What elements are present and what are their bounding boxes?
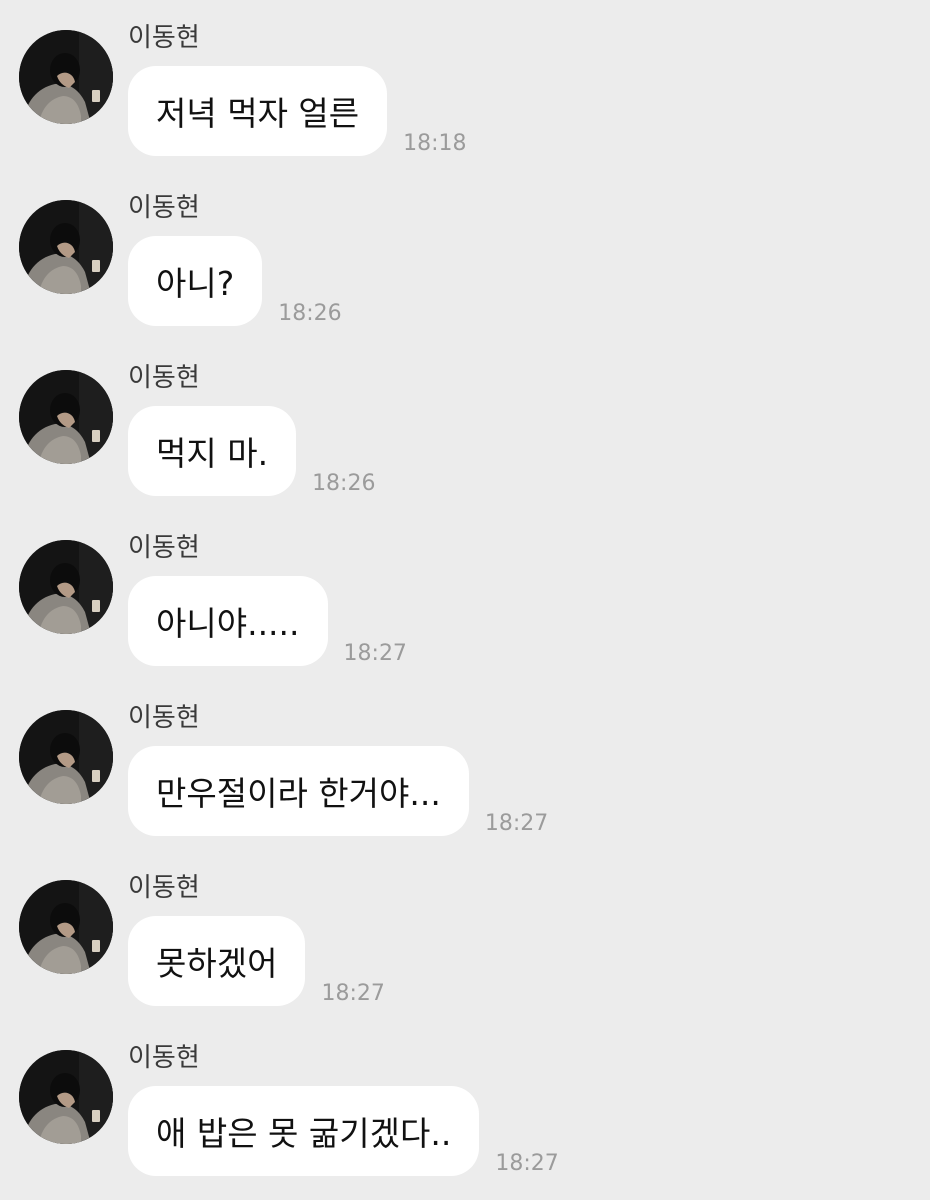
profile-photo-icon xyxy=(19,1050,113,1144)
message-time: 18:27 xyxy=(343,641,407,666)
message-item: 이동현 애 밥은 못 굶기겠다.. 18:27 xyxy=(0,1020,930,1190)
avatar[interactable] xyxy=(19,540,113,634)
message-bubble[interactable]: 아니야..... xyxy=(128,576,328,666)
avatar[interactable] xyxy=(19,710,113,804)
profile-photo-icon xyxy=(19,710,113,804)
profile-photo-icon xyxy=(19,200,113,294)
avatar[interactable] xyxy=(19,200,113,294)
message-item: 이동현 못하겠어 18:27 xyxy=(0,850,930,1020)
message-time: 18:26 xyxy=(312,471,376,496)
message-bubble[interactable]: 애 밥은 못 굶기겠다.. xyxy=(128,1086,480,1176)
profile-photo-icon xyxy=(19,880,113,974)
message-row: 먹지 마. 18:26 xyxy=(128,406,375,496)
avatar[interactable] xyxy=(19,370,113,464)
message-row: 아니야..... 18:27 xyxy=(128,576,407,666)
message-row: 만우절이라 한거야... 18:27 xyxy=(128,746,548,836)
message-time: 18:18 xyxy=(403,131,467,156)
message-bubble[interactable]: 못하겠어 xyxy=(128,916,306,1006)
sender-name: 이동현 xyxy=(128,703,200,733)
message-bubble[interactable]: 만우절이라 한거야... xyxy=(128,746,469,836)
message-row: 못하겠어 18:27 xyxy=(128,916,385,1006)
message-item: 이동현 만우절이라 한거야... 18:27 xyxy=(0,680,930,850)
sender-name: 이동현 xyxy=(128,363,200,393)
sender-name: 이동현 xyxy=(128,873,200,903)
message-time: 18:27 xyxy=(484,811,549,836)
profile-photo-icon xyxy=(19,370,113,464)
message-item: 이동현 아니? 18:26 xyxy=(0,170,930,340)
message-time: 18:27 xyxy=(495,1151,559,1176)
sender-name: 이동현 xyxy=(128,23,200,53)
avatar[interactable] xyxy=(19,30,113,124)
message-time: 18:27 xyxy=(321,981,385,1006)
message-item: 이동현 저녁 먹자 얼른 18:18 xyxy=(0,0,930,170)
profile-photo-icon xyxy=(19,540,113,634)
message-row: 저녁 먹자 얼른 18:18 xyxy=(128,66,467,156)
message-row: 아니? 18:26 xyxy=(128,236,342,326)
message-bubble[interactable]: 아니? xyxy=(128,236,263,326)
message-row: 애 밥은 못 굶기겠다.. 18:27 xyxy=(128,1086,559,1176)
message-time: 18:26 xyxy=(278,301,342,326)
avatar[interactable] xyxy=(19,880,113,974)
avatar[interactable] xyxy=(19,1050,113,1144)
sender-name: 이동현 xyxy=(128,1043,200,1073)
sender-name: 이동현 xyxy=(128,193,200,223)
profile-photo-icon xyxy=(19,30,113,124)
message-item: 이동현 아니야..... 18:27 xyxy=(0,510,930,680)
message-item: 이동현 먹지 마. 18:26 xyxy=(0,340,930,510)
message-bubble[interactable]: 먹지 마. xyxy=(128,406,297,496)
sender-name: 이동현 xyxy=(128,533,200,563)
message-bubble[interactable]: 저녁 먹자 얼른 xyxy=(128,66,388,156)
